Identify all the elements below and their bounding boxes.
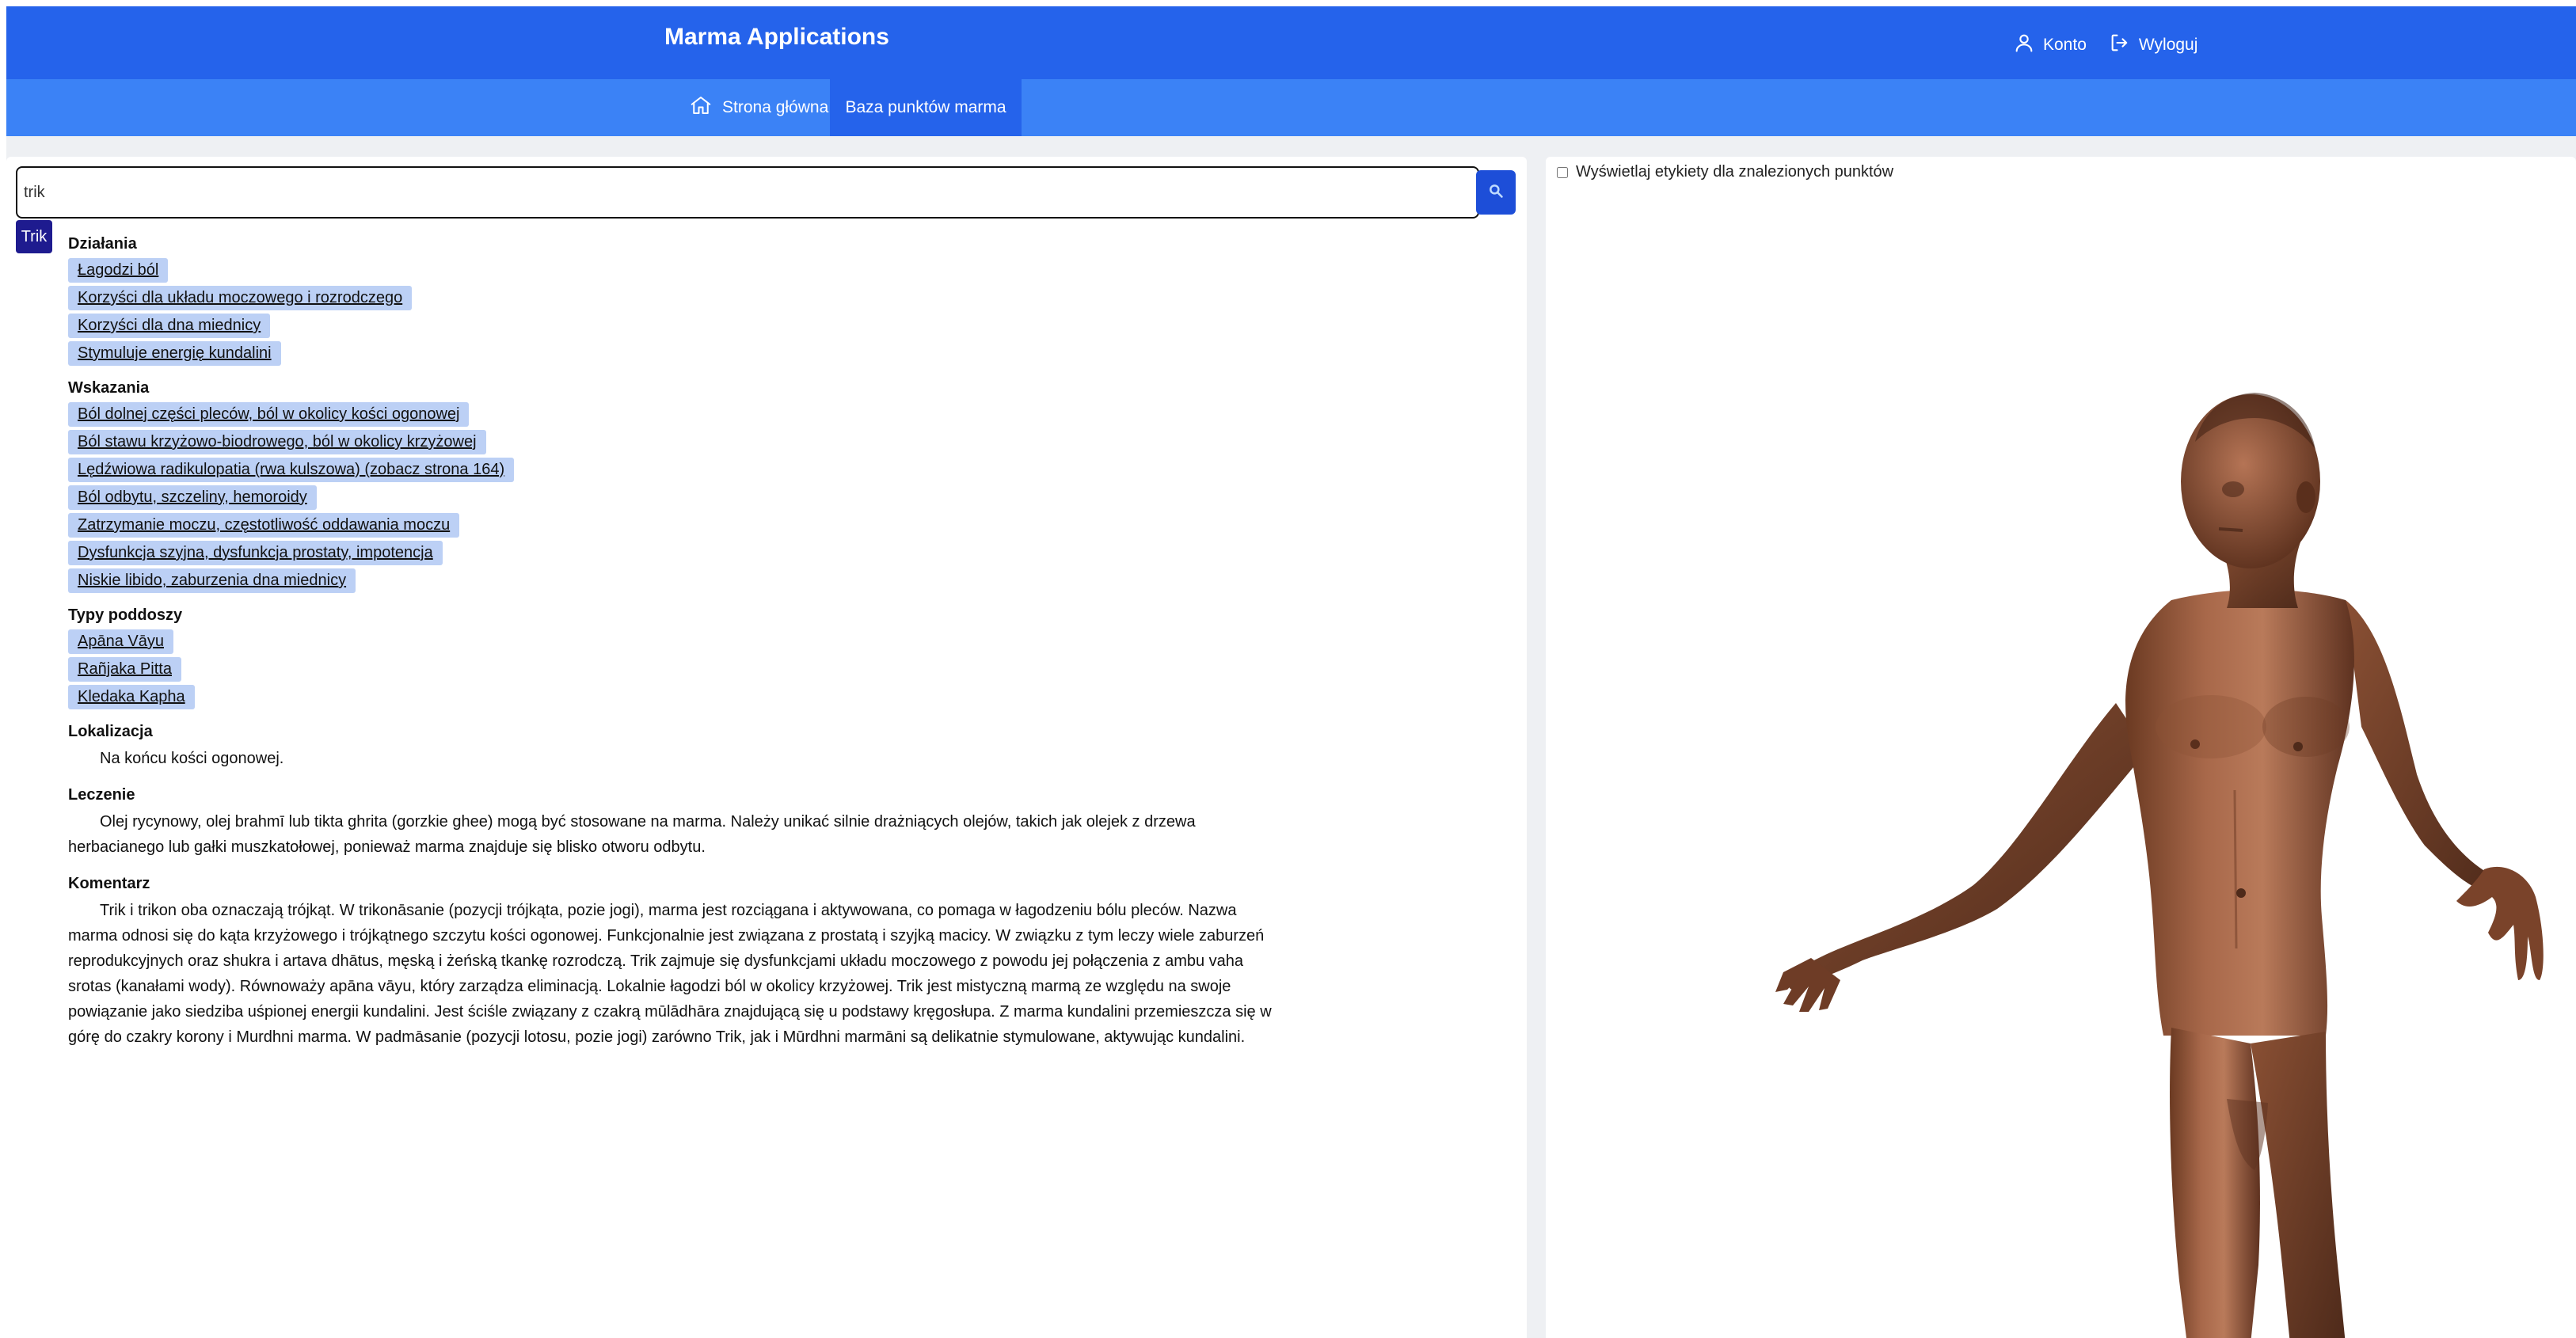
location-title: Lokalizacja — [68, 723, 153, 740]
action-tag[interactable]: Stymuluje energię kundalini — [68, 341, 281, 366]
app-header: Marma Applications Konto Wyloguj — [6, 6, 2576, 79]
indication-tag[interactable]: Zatrzymanie moczu, częstotliwość oddawan… — [68, 513, 460, 538]
tab-home[interactable]: Strona główna — [681, 79, 836, 136]
indications-list: Ból dolnej części pleców, ból w okolicy … — [68, 402, 1272, 593]
header-actions: Konto Wyloguj — [2013, 32, 2197, 59]
marma-details: Działania Łagodzi ból Korzyści dla układ… — [68, 234, 1272, 1064]
subdosha-tag[interactable]: Rañjaka Pitta — [68, 657, 181, 682]
logout-label: Wyloguj — [2138, 36, 2198, 54]
indication-tag[interactable]: Ból odbytu, szczeliny, hemoroidy — [68, 485, 317, 510]
subdosha-tag[interactable]: Kledaka Kapha — [68, 685, 195, 709]
human-body-model[interactable] — [1775, 393, 2544, 1338]
app-title: Marma Applications — [664, 24, 889, 50]
body-model-viewport[interactable] — [1546, 157, 2576, 1338]
search-icon — [1488, 183, 1504, 203]
indication-tag[interactable]: Niskie libido, zaburzenia dna miednicy — [68, 568, 356, 593]
indication-tag[interactable]: Dysfunkcja szyjna, dysfunkcja prostaty, … — [68, 541, 443, 565]
show-labels-toggle[interactable]: Wyświetlaj etykiety dla znalezionych pun… — [1557, 163, 1893, 181]
action-tag[interactable]: Korzyści dla układu moczowego i rozrodcz… — [68, 286, 413, 310]
indication-tag[interactable]: Ból stawu krzyżowo-biodrowego, ból w oko… — [68, 430, 486, 454]
search-input[interactable] — [16, 166, 1479, 219]
indication-tag[interactable]: Lędźwiowa radikulopatia (rwa kulszowa) (… — [68, 458, 515, 482]
actions-list: Łagodzi ból Korzyści dla układu moczoweg… — [68, 258, 1272, 366]
actions-title: Działania — [68, 235, 137, 253]
search-panel: Trik Działania Łagodzi ból Korzyści dla … — [6, 157, 1527, 1338]
nav-bar: Strona główna Baza punktów marma — [6, 79, 2576, 136]
action-tag[interactable]: Korzyści dla dna miednicy — [68, 314, 271, 338]
model-viewer-panel: Wyświetlaj etykiety dla znalezionych pun… — [1546, 157, 2576, 1338]
account-label: Konto — [2043, 36, 2087, 54]
comment-text: Trik i trikon oba oznaczają trójkąt. W t… — [68, 902, 1272, 1046]
user-icon — [2013, 32, 2035, 59]
result-item-trik[interactable]: Trik — [16, 220, 52, 253]
treatment-title: Leczenie — [68, 786, 135, 804]
show-labels-checkbox[interactable] — [1557, 166, 1568, 178]
indications-title: Wskazania — [68, 379, 150, 397]
location-text: Na końcu kości ogonowej. — [100, 750, 284, 767]
show-labels-label: Wyświetlaj etykiety dla znalezionych pun… — [1576, 163, 1894, 181]
search-button[interactable] — [1476, 170, 1516, 215]
app-frame: Marma Applications Konto Wyloguj Strona … — [6, 6, 2576, 1338]
subdosha-list: Apāna Vāyu Rañjaka Pitta Kledaka Kapha — [68, 629, 1272, 709]
tab-marma-database[interactable]: Baza punktów marma — [830, 79, 1022, 136]
tab-home-label: Strona główna — [722, 98, 829, 116]
account-link[interactable]: Konto — [2013, 32, 2087, 59]
subdosha-title: Typy poddoszy — [68, 606, 183, 624]
subdosha-tag[interactable]: Apāna Vāyu — [68, 629, 173, 654]
comment-title: Komentarz — [68, 875, 150, 892]
home-icon — [689, 93, 713, 122]
action-tag[interactable]: Łagodzi ból — [68, 258, 169, 283]
indication-tag[interactable]: Ból dolnej części pleców, ból w okolicy … — [68, 402, 470, 427]
logout-icon — [2109, 32, 2131, 59]
logout-link[interactable]: Wyloguj — [2109, 32, 2198, 59]
tab-marma-database-label: Baza punktów marma — [845, 98, 1006, 116]
treatment-text: Olej rycynowy, olej brahmī lub tikta ghr… — [68, 813, 1196, 856]
